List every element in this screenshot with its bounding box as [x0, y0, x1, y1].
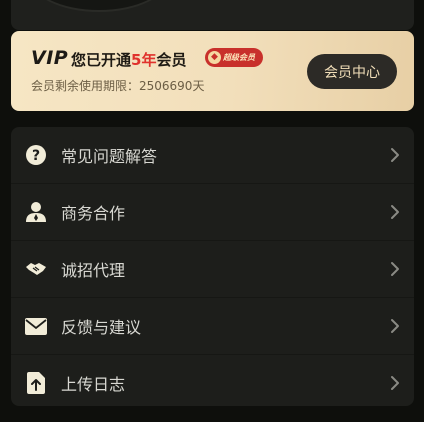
vip-card: VIP 您已开通5年会员 ◆ 超级会员 会员剩余使用期限：2506690天 会员… — [11, 31, 414, 111]
remaining-period: 会员剩余使用期限：2506690天 — [31, 79, 205, 93]
gem-icon: ◆ — [208, 51, 221, 64]
chevron-right-icon — [391, 262, 399, 276]
menu-list: ? 常见问题解答 商务合作 诚招代理 反馈与建议 上传日志 — [11, 127, 414, 406]
handshake-icon — [24, 257, 48, 281]
super-member-badge: ◆ 超级会员 — [205, 48, 263, 67]
menu-label: 上传日志 — [61, 375, 126, 394]
menu-item-feedback[interactable]: 反馈与建议 — [11, 298, 414, 355]
menu-item-business[interactable]: 商务合作 — [11, 184, 414, 241]
bottom-background — [0, 410, 424, 422]
question-icon: ? — [24, 143, 48, 167]
member-center-button[interactable]: 会员中心 — [307, 54, 397, 89]
menu-label: 诚招代理 — [61, 261, 126, 280]
menu-item-agent[interactable]: 诚招代理 — [11, 241, 414, 298]
vip-title: 您已开通5年会员 — [71, 49, 186, 70]
avatar-decoration — [29, 0, 169, 10]
menu-label: 反馈与建议 — [61, 318, 142, 337]
mail-icon — [24, 314, 48, 338]
chevron-right-icon — [391, 319, 399, 333]
menu-item-upload-log[interactable]: 上传日志 — [11, 355, 414, 406]
vip-years: 5年 — [131, 51, 157, 69]
menu-label: 常见问题解答 — [61, 147, 158, 166]
vip-logo: VIP — [31, 47, 69, 69]
person-icon — [24, 200, 48, 224]
vip-title-prefix: 您已开通 — [71, 51, 132, 69]
vip-title-suffix: 会员 — [156, 51, 187, 69]
chevron-right-icon — [391, 376, 399, 390]
menu-label: 商务合作 — [61, 204, 126, 223]
profile-card-bottom — [11, 0, 414, 30]
upload-file-icon — [24, 371, 48, 395]
badge-text: 超级会员 — [223, 53, 255, 62]
chevron-right-icon — [391, 205, 399, 219]
chevron-right-icon — [391, 148, 399, 162]
menu-item-faq[interactable]: ? 常见问题解答 — [11, 127, 414, 184]
svg-text:?: ? — [32, 148, 40, 164]
